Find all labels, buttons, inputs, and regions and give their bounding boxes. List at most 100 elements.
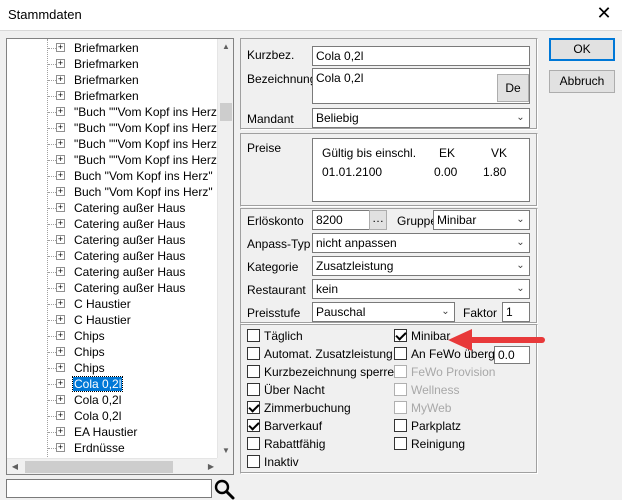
plus-box-icon[interactable]: + [56,299,65,308]
tree-item[interactable]: + "Buch ""Vom Kopf ins Herz""" [7,104,230,120]
tree-item[interactable]: + Briefmarken [7,40,219,56]
plus-box-icon[interactable]: + [56,123,65,132]
kategorie-select[interactable]: Zusatzleistung ⌄ [312,256,530,276]
tree-vertical-scrollbar[interactable]: ▲ ▼ [217,39,233,459]
plus-box-icon[interactable]: + [56,219,65,228]
plus-box-icon[interactable]: + [56,75,65,84]
plus-box-icon[interactable]: + [56,107,65,116]
tree-item[interactable]: + Chips [7,328,219,344]
plus-box-icon[interactable]: + [56,395,65,404]
checkbox-box[interactable] [247,455,260,468]
plus-box-icon[interactable]: + [56,331,65,340]
plus-box-icon[interactable]: + [56,139,65,148]
scroll-up-icon[interactable]: ▲ [218,39,233,55]
scroll-left-icon[interactable]: ◀ [7,459,23,474]
tree-item[interactable]: + C Haustier [7,312,219,328]
plus-box-icon[interactable]: + [56,91,65,100]
anpass-select[interactable]: nicht anpassen ⌄ [312,233,530,253]
tree-item[interactable]: + Catering außer Haus [7,248,219,264]
kurzbez-input[interactable]: Cola 0,2l [312,46,530,66]
tree-item[interactable]: + Briefmarken [7,56,219,72]
tree-item[interactable]: + Buch "Vom Kopf ins Herz" [7,184,219,200]
tree-item[interactable]: + Cola 0,2l [7,376,219,392]
prices-cell-ek[interactable]: 0.00 [434,165,457,179]
checkbox-box[interactable] [247,329,260,342]
checkbox-box[interactable] [247,347,260,360]
tree-item[interactable]: + Briefmarken [7,72,219,88]
plus-box-icon[interactable]: + [56,187,65,196]
prices-cell-valid[interactable]: 01.01.2100 [322,165,382,179]
tree-item[interactable]: + Catering außer Haus [7,200,219,216]
scroll-down-icon[interactable]: ▼ [218,443,233,459]
ok-button[interactable]: OK [549,38,615,61]
plus-box-icon[interactable]: + [56,363,65,372]
restaurant-select[interactable]: kein ⌄ [312,279,530,299]
checkbox-box[interactable] [394,437,407,450]
checkbox-box[interactable] [394,347,407,360]
plus-box-icon[interactable]: + [56,59,65,68]
plus-box-icon[interactable]: + [56,379,65,388]
window-title: Stammdaten [8,7,82,22]
tree-connector [48,96,56,97]
search-icon[interactable] [213,478,235,500]
tree-item[interactable]: + Catering außer Haus [7,216,219,232]
plus-box-icon[interactable]: + [56,251,65,260]
plus-box-icon[interactable]: + [56,427,65,436]
language-button[interactable]: De [497,74,529,102]
prices-table[interactable]: Gültig bis einschl. EK VK 01.01.2100 0.0… [312,138,530,202]
tree-item[interactable]: + "Buch ""Vom Kopf ins Herz""" [7,120,230,136]
checkbox-box[interactable] [247,365,260,378]
close-icon[interactable]: ✕ [592,2,616,26]
checkbox-box[interactable] [394,419,407,432]
checkbox-label: Inaktiv [264,455,299,469]
checkbox-box[interactable] [247,437,260,450]
tree-item[interactable]: + Catering außer Haus [7,280,219,296]
scroll-thumb[interactable] [220,103,232,121]
tree-horizontal-scrollbar[interactable]: ◀ ▶ [7,458,219,474]
tree-item[interactable]: + "Buch ""Vom Kopf ins Herz""" [7,136,230,152]
konto-picker-button[interactable]: … [369,210,387,230]
hscroll-thumb[interactable] [25,461,173,473]
search-input[interactable] [6,479,212,498]
checkbox-box[interactable] [247,383,260,396]
tree-item-label: Catering außer Haus [74,249,186,263]
erloeskonto-input[interactable]: 8200 [312,210,370,230]
tree-item[interactable]: + EA Haustier [7,424,219,440]
faktor-input[interactable]: 1 [502,302,530,322]
plus-box-icon[interactable]: + [56,315,65,324]
tree-item-label: Catering außer Haus [74,265,186,279]
tree-item[interactable]: + Catering außer Haus [7,264,219,280]
tree-item[interactable]: + Cola 0,2l [7,408,219,424]
plus-box-icon[interactable]: + [56,171,65,180]
plus-box-icon[interactable]: + [56,203,65,212]
plus-box-icon[interactable]: + [56,43,65,52]
checkbox-box[interactable] [247,419,260,432]
checkbox-box[interactable] [247,401,260,414]
tree-item[interactable]: + Briefmarken [7,88,219,104]
gruppe-select[interactable]: Minibar ⌄ [433,210,530,230]
plus-box-icon[interactable]: + [56,267,65,276]
plus-box-icon[interactable]: + [56,155,65,164]
checkbox-box [394,365,407,378]
article-tree[interactable]: + Briefmarken + Briefmarken + Briefmarken + Bri… [6,38,234,475]
prices-cell-vk[interactable]: 1.80 [483,165,506,179]
plus-box-icon[interactable]: + [56,235,65,244]
plus-box-icon[interactable]: + [56,283,65,292]
mandant-select[interactable]: Beliebig ⌄ [312,108,530,128]
tree-item[interactable]: + C Haustier [7,296,219,312]
plus-box-icon[interactable]: + [56,443,65,452]
cancel-button[interactable]: Abbruch [549,70,615,93]
tree-item[interactable]: + Catering außer Haus [7,232,219,248]
tree-item[interactable]: + Cola 0,2l [7,392,219,408]
tree-item[interactable]: + Chips [7,360,219,376]
plus-box-icon[interactable]: + [56,411,65,420]
tree-item[interactable]: + Erdnüsse [7,440,219,456]
chevron-down-icon: ⌄ [516,260,525,271]
tree-item[interactable]: + "Buch ""Vom Kopf ins Herz""" [7,152,230,168]
preisstufe-select[interactable]: Pauschal ⌄ [312,302,455,322]
tree-item[interactable]: + Buch "Vom Kopf ins Herz" [7,168,219,184]
tree-item-label: Catering außer Haus [74,233,186,247]
checkbox-box[interactable] [394,329,407,342]
tree-item[interactable]: + Chips [7,344,219,360]
plus-box-icon[interactable]: + [56,347,65,356]
